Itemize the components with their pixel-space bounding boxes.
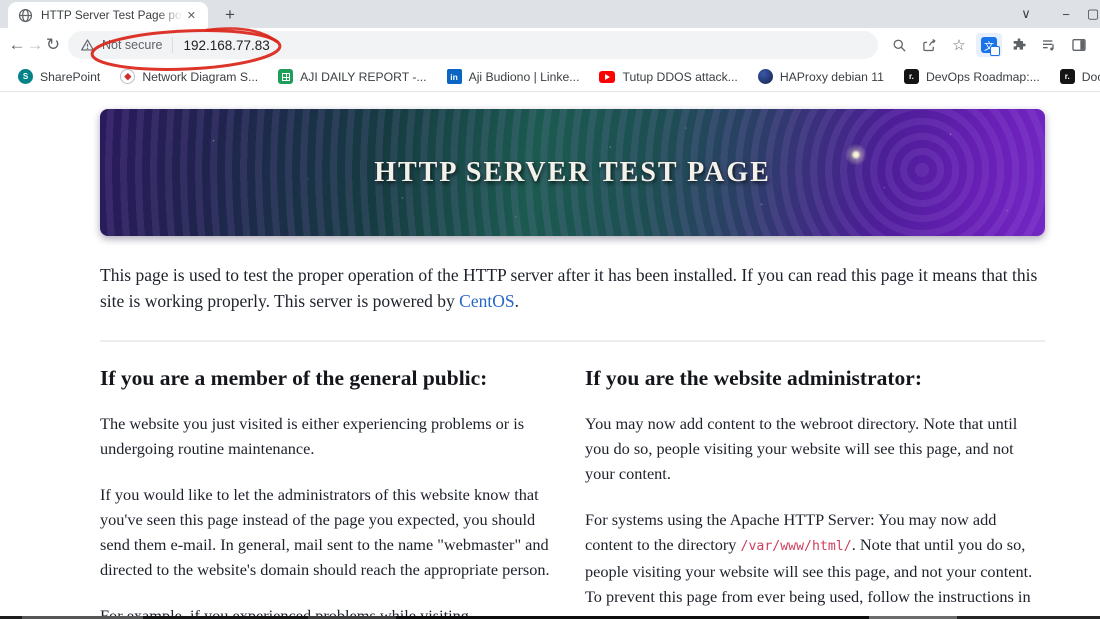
page-title: HTTP SERVER TEST PAGE [374, 156, 771, 188]
google-sheets-icon [278, 69, 294, 84]
section-divider [100, 340, 1045, 342]
test-page-banner: HTTP SERVER TEST PAGE [100, 109, 1045, 236]
haproxy-icon [757, 69, 773, 84]
administrator-column: If you are the website administrator: Yo… [585, 366, 1045, 616]
bookmark-star-icon[interactable]: ☆ [946, 32, 972, 58]
text-segment: . [873, 612, 877, 616]
youtube-icon [599, 70, 616, 83]
share-icon[interactable] [916, 32, 942, 58]
centos-link[interactable]: CentOS [459, 291, 514, 311]
general-public-column: If you are a member of the general publi… [100, 366, 560, 616]
sharepoint-icon: S [18, 69, 33, 84]
intro-paragraph: This page is used to test the proper ope… [100, 262, 1042, 314]
url-text[interactable]: 192.168.77.83 [183, 38, 269, 53]
back-button[interactable]: ← [8, 31, 26, 59]
tab-search-icon[interactable]: ∨ [1006, 6, 1046, 22]
search-icon[interactable] [886, 32, 912, 58]
bookmark-youtube[interactable]: Tutup DDOS attack... [591, 67, 745, 87]
two-column-layout: If you are a member of the general publi… [100, 366, 1100, 616]
browser-toolbar: ← → ↻ Not secure 192.168.77.83 ☆ 文 [0, 27, 1100, 71]
forward-button[interactable]: → [26, 31, 44, 59]
bookmark-docker-roadmap[interactable]: r. Docker Roadmap -... [1052, 66, 1100, 87]
page-content: HTTP SERVER TEST PAGE This page is used … [0, 92, 1100, 616]
network-diagram-icon: ◆ [120, 69, 136, 84]
roadmap-icon: r. [903, 69, 919, 84]
administrator-heading: If you are the website administrator: [585, 366, 922, 390]
media-playlist-icon[interactable] [1036, 32, 1062, 58]
tab-close-icon[interactable]: ✕ [183, 7, 200, 24]
omnibox-divider [172, 37, 174, 53]
bookmark-aji-daily-report[interactable]: AJI DAILY REPORT -... [270, 66, 434, 87]
minimize-button[interactable]: − [1046, 7, 1086, 22]
paragraph: For example, if you experienced problems… [100, 606, 469, 616]
bookmarks-bar: S SharePoint ◆ Network Diagram S... AJI … [0, 62, 1100, 92]
general-public-heading: If you are a member of the general publi… [100, 366, 488, 390]
paragraph: If you would like to let the administrat… [100, 485, 550, 579]
code-path: /var/www/html/ [740, 539, 852, 554]
security-label: Not secure [102, 38, 163, 52]
bookmark-haproxy[interactable]: HAProxy debian 11 [750, 66, 892, 87]
browser-tab[interactable]: HTTP Server Test Page powered ✕ [8, 2, 208, 28]
tab-title: HTTP Server Test Page powered [41, 8, 183, 22]
linkedin-icon: in [446, 69, 462, 84]
bookmark-devops-roadmap[interactable]: r. DevOps Roadmap:... [896, 66, 1048, 87]
intro-text: This page is used to test the proper ope… [100, 265, 1038, 311]
paragraph: The website you just visited is either e… [100, 414, 525, 458]
maximize-button[interactable]: ▢ [1086, 6, 1100, 22]
bookmark-linkedin[interactable]: in Aji Budiono | Linke... [439, 66, 588, 87]
window-controls: ∨ − ▢ [1006, 0, 1100, 28]
toolbar-right-icons: ☆ 文 [886, 32, 1092, 58]
translate-icon[interactable]: 文 [976, 33, 1002, 57]
paragraph: You may now add content to the webroot d… [585, 414, 1018, 483]
reload-button[interactable]: ↻ [44, 31, 62, 59]
new-tab-button[interactable]: + [218, 5, 242, 25]
side-panel-icon[interactable] [1066, 32, 1092, 58]
tab-strip: HTTP Server Test Page powered ✕ + ∨ − ▢ [0, 0, 1100, 28]
roadmap-icon: r. [1059, 69, 1075, 84]
security-chip[interactable]: Not secure [80, 38, 162, 52]
intro-text-after: . [514, 291, 519, 311]
apache-paragraph: For systems using the Apache HTTP Server… [585, 507, 1045, 616]
extensions-puzzle-icon[interactable] [1006, 32, 1032, 58]
browser-window: HTTP Server Test Page powered ✕ + ∨ − ▢ … [0, 0, 1100, 619]
address-bar[interactable]: Not secure 192.168.77.83 [68, 31, 878, 59]
globe-favicon-icon [18, 8, 33, 22]
bookmark-network-diagram[interactable]: ◆ Network Diagram S... [112, 66, 266, 87]
bookmark-sharepoint[interactable]: S SharePoint [10, 66, 108, 87]
warning-triangle-icon [81, 39, 94, 51]
